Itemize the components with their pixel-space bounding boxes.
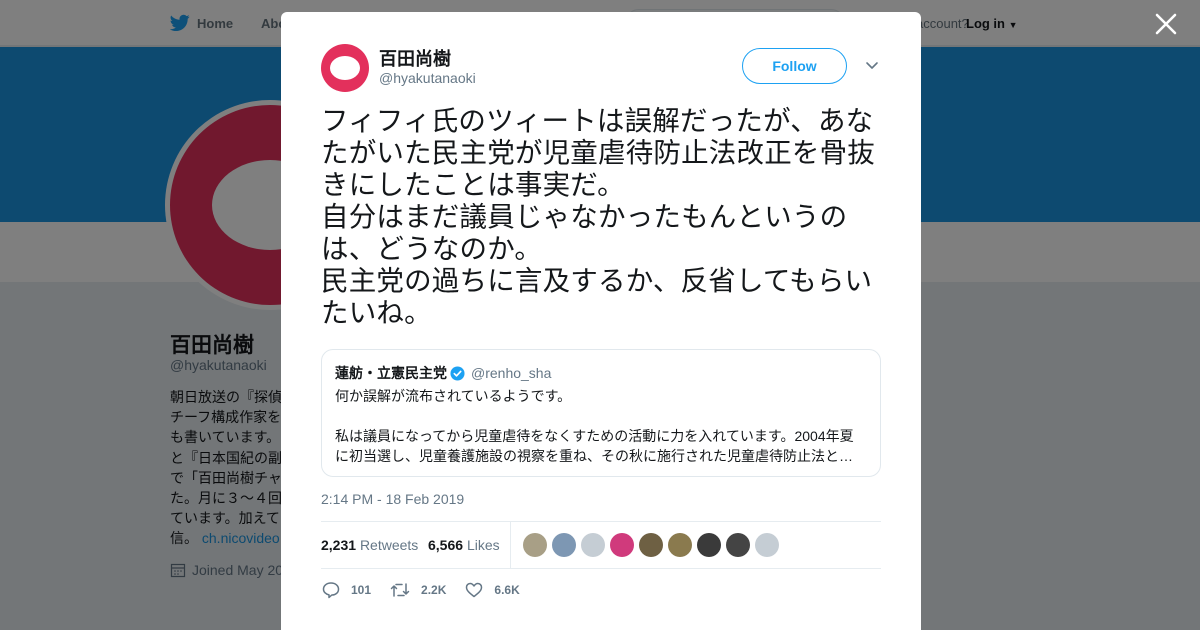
retweets-stat[interactable]: 2,231 Retweets [321,537,418,553]
likes-label: Likes [466,537,500,553]
liker-avatar[interactable] [755,533,779,557]
tweet-stats: 2,231 Retweets 6,566 Likes [321,521,881,569]
retweet-button[interactable]: 2.2K [389,578,446,602]
retweets-label: Retweets [359,537,419,553]
likes-stat[interactable]: 6,566 Likes [428,537,500,553]
liker-avatar[interactable] [552,533,576,557]
liker-avatar[interactable] [610,533,634,557]
quoted-tweet-body: 何か誤解が流布されているようです。 私は議員になってから児童虐待をなくすための活… [335,386,865,466]
quoted-tweet[interactable]: 蓮舫・立憲民主党 @renho_sha 何か誤解が流布されているようです。 私は… [321,349,881,477]
liker-avatar[interactable] [697,533,721,557]
reply-icon [322,582,340,599]
quoted-author-handle: @renho_sha [471,365,552,381]
quoted-line: に初当選し、児童養護施設の視察を重ね、その秋に施行された児童虐待防止法と… [335,448,853,464]
like-count: 6.6K [494,583,520,597]
follow-button[interactable]: Follow [742,48,847,84]
heart-icon [466,582,483,598]
tweet-actions: 101 2.2K 6.6K [321,578,538,602]
quoted-line: 何か誤解が流布されているようです。 [335,388,572,404]
close-icon[interactable] [1153,11,1179,37]
tweet-text: フィフィ氏のツィートは誤解だったが、あなたがいた民主党が児童虐待防止法改正を骨抜… [321,105,875,328]
quoted-spacer [335,406,865,426]
chevron-down-icon[interactable] [865,61,879,71]
stats-divider [510,522,511,568]
quoted-line: 私は議員になってから児童虐待をなくすための活動に力を入れています。2004年夏 [335,428,854,444]
verified-badge-icon [450,365,465,381]
retweet-count: 2.2K [421,583,447,597]
tweet-modal: 百田尚樹 @hyakutanaoki Follow フィフィ氏のツィートは誤解だ… [281,12,921,630]
likers-avatars [523,533,779,557]
reply-button[interactable]: 101 [321,578,371,602]
retweets-count: 2,231 [321,537,357,553]
liker-avatar[interactable] [581,533,605,557]
like-button[interactable]: 6.6K [464,578,520,602]
quoted-tweet-header: 蓮舫・立憲民主党 @renho_sha [335,363,551,383]
liker-avatar[interactable] [639,533,663,557]
likes-count: 6,566 [428,537,464,553]
liker-avatar[interactable] [523,533,547,557]
author-handle[interactable]: @hyakutanaoki [379,70,476,86]
liker-avatar[interactable] [668,533,692,557]
author-avatar[interactable] [321,44,369,92]
author-name[interactable]: 百田尚樹 [379,45,451,71]
tweet-timestamp[interactable]: 2:14 PM - 18 Feb 2019 [321,491,464,507]
quoted-author-name: 蓮舫・立憲民主党 [335,365,447,381]
reply-count: 101 [351,583,372,597]
liker-avatar[interactable] [726,533,750,557]
retweet-icon [390,583,410,597]
